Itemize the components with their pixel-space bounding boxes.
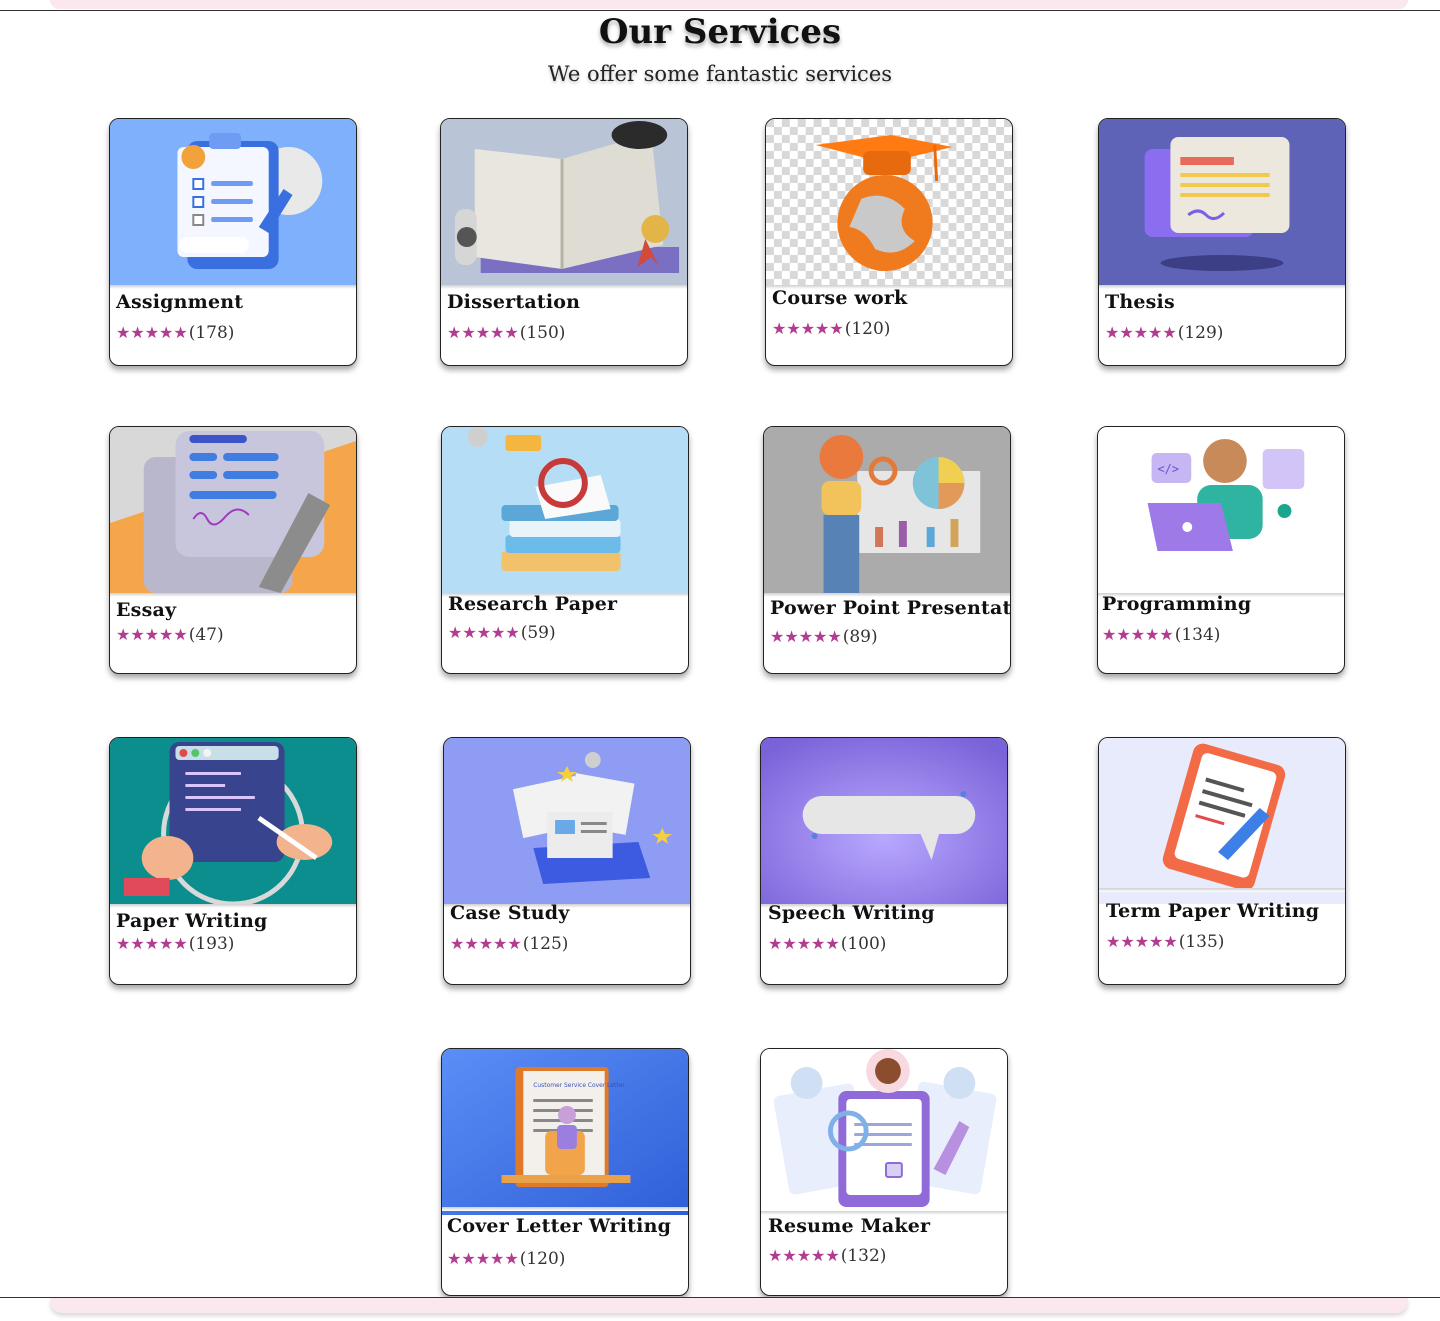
service-card-case-study[interactable]: Case Study ★★★★★ (125) — [443, 737, 691, 985]
service-rating: ★★★★★ (150) — [447, 323, 565, 343]
service-card-power-point-presentation[interactable]: Power Point Presentation ★★★★★ (89) — [763, 426, 1011, 674]
service-rating: ★★★★★ (47) — [116, 625, 224, 645]
review-count: (59) — [520, 623, 556, 643]
service-card-resume-maker[interactable]: Resume Maker ★★★★★ (132) — [760, 1048, 1008, 1296]
service-card-cover-letter-writing[interactable]: Customer Service Cover Letter Cover Lett… — [441, 1048, 689, 1296]
service-rating: ★★★★★ (178) — [116, 323, 234, 343]
service-name: Dissertation — [447, 291, 581, 313]
review-count: (193) — [188, 934, 235, 954]
review-count: (134) — [1174, 625, 1221, 645]
service-rating: ★★★★★ (134) — [1102, 625, 1220, 645]
review-count: (120) — [844, 319, 891, 339]
star-rating-icon: ★★★★★ — [450, 934, 522, 953]
section-subtitle: We offer some fantastic services — [547, 62, 893, 86]
service-name: Resume Maker — [768, 1215, 931, 1237]
cover-letter-icon: Customer Service Cover Letter — [442, 1049, 688, 1215]
star-rating-icon: ★★★★★ — [116, 323, 188, 342]
star-rating-icon: ★★★★★ — [116, 934, 188, 953]
service-name: Assignment — [116, 291, 244, 313]
service-name: Thesis — [1105, 291, 1175, 313]
star-rating-icon: ★★★★★ — [1106, 932, 1178, 951]
service-card-thesis[interactable]: Thesis ★★★★★ (129) — [1098, 118, 1346, 366]
star-rating-icon: ★★★★★ — [116, 625, 188, 644]
service-card-assignment[interactable]: Assignment ★★★★★ (178) — [109, 118, 357, 366]
service-rating: ★★★★★ (120) — [447, 1249, 565, 1269]
service-rating: ★★★★★ (135) — [1106, 932, 1224, 952]
review-count: (129) — [1177, 323, 1224, 343]
section-title: Our Services — [598, 12, 842, 52]
star-rating-icon: ★★★★★ — [1102, 625, 1174, 644]
service-rating: ★★★★★ (129) — [1105, 323, 1223, 343]
star-rating-icon: ★★★★★ — [768, 934, 840, 953]
service-rating: ★★★★★ (89) — [770, 627, 878, 647]
books-magnifier-icon — [442, 427, 688, 593]
presenter-chart-icon — [764, 427, 1010, 593]
review-count: (100) — [840, 934, 887, 954]
signed-document-icon — [110, 427, 356, 593]
star-rating-icon: ★★★★★ — [770, 627, 842, 646]
notepad-pen-icon — [1099, 738, 1345, 904]
service-card-paper-writing[interactable]: Paper Writing ★★★★★ (193) — [109, 737, 357, 985]
service-card-term-paper-writing[interactable]: Term Paper Writing ★★★★★ (135) — [1098, 737, 1346, 985]
star-rating-icon: ★★★★★ — [448, 623, 520, 642]
document-stack-icon — [1099, 119, 1345, 285]
service-name: Cover Letter Writing — [447, 1215, 672, 1237]
tablet-writing-icon — [110, 738, 356, 904]
star-rating-icon: ★★★★★ — [447, 323, 519, 342]
review-count: (89) — [842, 627, 878, 647]
service-name: Case Study — [450, 902, 570, 924]
review-count: (120) — [519, 1249, 566, 1269]
service-rating: ★★★★★ (59) — [448, 623, 556, 643]
resume-profiles-icon — [761, 1049, 1007, 1215]
service-card-dissertation[interactable]: Dissertation ★★★★★ (150) — [440, 118, 688, 366]
service-rating: ★★★★★ (125) — [450, 934, 568, 954]
speech-bubble-icon — [761, 738, 1007, 904]
service-name: Essay — [116, 599, 177, 621]
service-rating: ★★★★★ (120) — [772, 319, 890, 339]
service-name: Power Point Presentation — [770, 597, 1011, 619]
service-card-course-work[interactable]: Course work ★★★★★ (120) — [765, 118, 1013, 366]
svg-text:</>: </> — [1158, 462, 1179, 476]
service-rating: ★★★★★ (132) — [768, 1246, 886, 1266]
star-rating-icon: ★★★★★ — [768, 1246, 840, 1265]
review-count: (47) — [188, 625, 224, 645]
cover-letter-art-text: Customer Service Cover Letter — [533, 1082, 625, 1089]
top-pink-band — [50, 0, 1408, 9]
service-card-programming[interactable]: </> Programming ★★★★★ (134) — [1097, 426, 1345, 674]
bottom-pink-band — [50, 1298, 1408, 1313]
review-count: (150) — [519, 323, 566, 343]
service-card-research-paper[interactable]: Research Paper ★★★★★ (59) — [441, 426, 689, 674]
service-rating: ★★★★★ (100) — [768, 934, 886, 954]
service-name: Programming — [1102, 593, 1252, 615]
star-rating-icon: ★★★★★ — [772, 319, 844, 338]
star-rating-icon: ★★★★★ — [1105, 323, 1177, 342]
service-name: Research Paper — [448, 593, 618, 615]
review-count: (135) — [1178, 932, 1225, 952]
graduation-globe-icon — [766, 119, 1012, 285]
review-count: (125) — [522, 934, 569, 954]
service-name: Term Paper Writing — [1106, 900, 1320, 922]
clipboard-checklist-icon — [110, 119, 356, 285]
open-book-icon — [441, 119, 687, 285]
star-rating-icon: ★★★★★ — [447, 1249, 519, 1268]
review-count: (178) — [188, 323, 235, 343]
service-name: Speech Writing — [768, 902, 935, 924]
programmer-laptop-icon: </> — [1098, 427, 1344, 593]
newspapers-laptop-icon — [444, 738, 690, 904]
service-name: Paper Writing — [116, 910, 268, 932]
service-rating: ★★★★★ (193) — [116, 934, 234, 954]
service-card-speech-writing[interactable]: Speech Writing ★★★★★ (100) — [760, 737, 1008, 985]
review-count: (132) — [840, 1246, 887, 1266]
service-card-essay[interactable]: Essay ★★★★★ (47) — [109, 426, 357, 674]
service-name: Course work — [772, 287, 908, 309]
